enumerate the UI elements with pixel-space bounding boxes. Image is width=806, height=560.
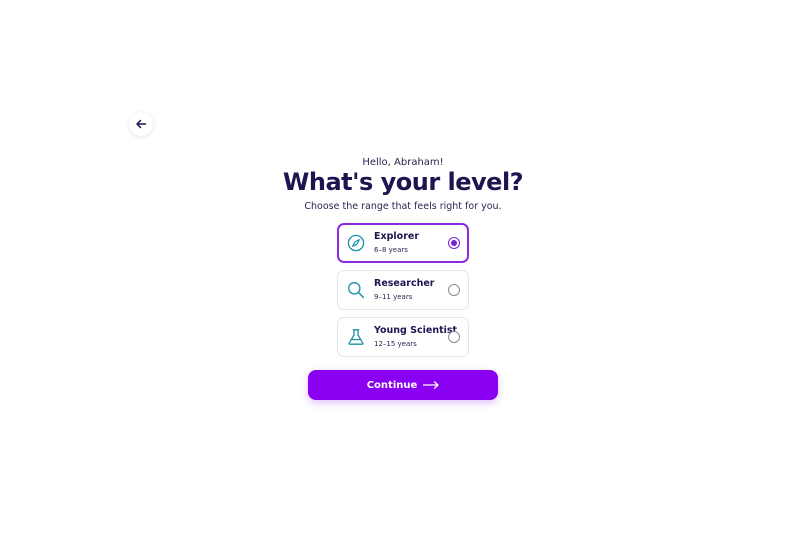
radio-selected-dot bbox=[451, 240, 457, 246]
greeting: Hello, Abraham! bbox=[362, 157, 444, 168]
option-age-range: 9–11 years bbox=[374, 293, 413, 301]
option-name: Explorer bbox=[374, 231, 420, 242]
level-option-researcher[interactable]: Researcher 9–11 years bbox=[337, 270, 469, 310]
continue-label: Continue bbox=[366, 379, 418, 391]
magnifier-icon bbox=[347, 281, 365, 299]
page-subtitle: Choose the range that feels right for yo… bbox=[304, 201, 502, 212]
option-radio[interactable] bbox=[448, 237, 460, 249]
option-age-range: 12–15 years bbox=[374, 340, 417, 348]
level-selection-screen: Hello, Abraham! What's your level? Choos… bbox=[0, 0, 806, 560]
arrow-right-icon bbox=[423, 381, 439, 389]
back-button[interactable] bbox=[129, 112, 153, 136]
option-name: Researcher bbox=[374, 278, 435, 289]
option-name: Young Scientist bbox=[374, 325, 458, 336]
option-radio[interactable] bbox=[448, 284, 460, 296]
flask-icon bbox=[347, 328, 365, 346]
level-option-young-scientist[interactable]: Young Scientist 12–15 years bbox=[337, 317, 469, 357]
option-age-range: 6–8 years bbox=[374, 246, 408, 254]
arrow-left-icon bbox=[136, 119, 147, 129]
option-radio[interactable] bbox=[448, 331, 460, 343]
level-option-explorer[interactable]: Explorer 6–8 years bbox=[337, 223, 469, 263]
continue-button[interactable]: Continue bbox=[308, 370, 498, 400]
compass-icon bbox=[347, 234, 365, 252]
page-title: What's your level? bbox=[282, 168, 524, 196]
